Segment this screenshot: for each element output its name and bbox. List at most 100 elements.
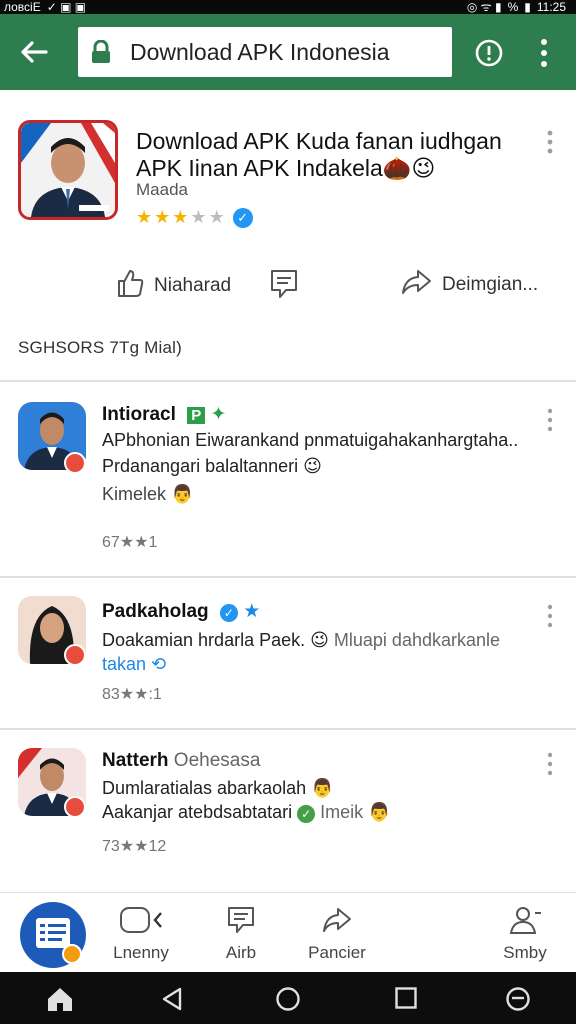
star-icon: ★	[136, 207, 153, 227]
post-text-line-2-text: Aakanjar atebdsabtatari	[102, 802, 293, 822]
post-meta: 67★★1	[102, 534, 158, 551]
status-left: ловсіЕ ✓ ▣ ▣	[4, 0, 86, 14]
comment-button[interactable]	[270, 268, 298, 306]
feed-post[interactable]: Natterh Oehesasa Dumlaratialas abarkaola…	[0, 728, 576, 880]
status-bar: ловсіЕ ✓ ▣ ▣ ◎ ᯤ ▮ % ▮ 11:25	[0, 0, 576, 14]
avatar-badge-icon	[64, 644, 86, 666]
post-text-line-2: Aakanjar atebdsabtatari ✓ Imeik 👨	[102, 802, 391, 823]
recents-square-icon[interactable]	[394, 986, 420, 1012]
verified-check-icon: ✓	[232, 207, 253, 228]
star-empty-icon: ★	[190, 207, 207, 227]
post-author[interactable]: Intioracl P ✦	[102, 403, 226, 426]
battery-icon: ▮	[524, 0, 531, 14]
star-badge-icon: ✦	[210, 404, 227, 425]
post-meta: 83★★:1	[102, 686, 162, 703]
app-icon[interactable]	[18, 120, 118, 220]
status-right: ◎ ᯤ ▮ % ▮ 11:25	[467, 0, 566, 14]
like-label: Niaharad	[154, 275, 232, 296]
post-text-line-2-rest: Imeik	[320, 802, 364, 822]
title-emoji: 🌰😉	[382, 155, 436, 181]
post-emoji: 😉	[310, 630, 329, 650]
post-text-line-1: Doakamian hrdarla Paek. 😉 Mluapi dahdkar…	[102, 630, 500, 651]
home-icon[interactable]	[46, 986, 72, 1012]
post-emoji: 👨	[171, 484, 194, 504]
share-button[interactable]: Deimgian...	[400, 268, 538, 302]
post-emoji: 😉	[303, 456, 322, 476]
feed-post[interactable]: Intioracl P ✦ APbhonian Eiwarankand pnma…	[0, 380, 576, 576]
post-meta: 73★★12	[102, 838, 167, 855]
profile-icon	[509, 907, 541, 934]
message-icon	[228, 907, 254, 933]
star-empty-icon: ★	[208, 207, 225, 227]
post-overflow-icon[interactable]	[546, 752, 554, 776]
nav-item-1[interactable]: Lnenny	[96, 905, 186, 963]
share-label: Deimgian...	[442, 274, 539, 295]
green-check-icon: ✓	[297, 805, 316, 823]
like-button[interactable]: Niaharad	[116, 268, 231, 304]
post-overflow-icon[interactable]	[546, 604, 554, 628]
url-bar[interactable]: Download APK Indonesia	[78, 27, 452, 77]
star-icon: ★	[154, 207, 171, 227]
system-nav-bar	[0, 972, 576, 1024]
share-icon	[400, 268, 432, 302]
clock: 11:25	[536, 0, 566, 14]
post-text-line-2-text: Prdanangari balaltanneri	[102, 456, 299, 476]
bottom-nav: Lnenny Airb Pancier Smby	[0, 892, 576, 972]
thumbs-up-icon	[116, 268, 144, 304]
post-author[interactable]: Natterh Oehesasa	[102, 750, 260, 772]
back-triangle-icon[interactable]	[160, 986, 186, 1012]
share-icon	[323, 908, 351, 932]
post-author-badge: P	[187, 407, 206, 424]
post-text-line-1-text: Doakamian hrdarla Paek.	[102, 630, 306, 650]
nav-item-label: Pancier	[308, 943, 366, 962]
post-text-line-3: Kimelek 👨	[102, 484, 193, 505]
app-title-line-2-text: APK Iinan APK Indakela	[136, 155, 383, 181]
post-author-name: Intioracl	[102, 404, 176, 425]
avatar-badge-icon	[64, 452, 86, 474]
avatar-badge-icon	[64, 796, 86, 818]
post-link[interactable]: takan ⟲	[102, 654, 166, 675]
nav-item-3[interactable]: Pancier	[292, 905, 382, 963]
status-left-text: ловсіЕ	[4, 0, 41, 14]
app-bar: Download APK Indonesia	[0, 14, 576, 90]
overflow-menu-icon[interactable]	[534, 36, 554, 70]
home-circle-icon[interactable]	[275, 986, 301, 1012]
star-badge-icon: ★	[243, 601, 261, 622]
info-icon[interactable]	[474, 38, 504, 68]
post-author-extra: Oehesasa	[173, 750, 261, 771]
nav-item-label: Smby	[503, 943, 547, 962]
wifi-icon: ◎ ᯤ ▮	[466, 0, 502, 14]
post-text-line-3-text: Kimelek	[102, 484, 167, 504]
post-link-text: takan	[102, 654, 147, 674]
assistant-icon[interactable]	[505, 986, 531, 1012]
post-emoji: 👨	[311, 778, 334, 798]
app-developer: Maada	[136, 180, 188, 199]
app-title-line-1: Download APK Kuda fanan iudhgan	[136, 128, 502, 154]
post-text-line-2: Prdanangari balaltanneri 😉	[102, 456, 322, 477]
post-author[interactable]: Padkaholag ✓ ★	[102, 600, 260, 623]
battery-text: %	[507, 0, 519, 14]
app-rating: ★ ★ ★ ★ ★ ✓	[136, 207, 253, 228]
feed-post[interactable]: Padkaholag ✓ ★ Doakamian hrdarla Paek. 😉…	[0, 576, 576, 728]
app-overflow-icon[interactable]	[546, 130, 554, 154]
home-fab-button[interactable]	[20, 902, 86, 968]
action-row: Niaharad Deimgian...	[0, 268, 576, 308]
chat-icon	[120, 907, 162, 933]
section-label: SGHSORS 7Tg Mial)	[18, 338, 182, 357]
back-arrow-icon[interactable]	[16, 34, 52, 70]
post-text-line-1-text: Dumlaratialas abarkaolah	[102, 778, 307, 798]
star-icon: ★	[172, 207, 189, 227]
post-text-line-1: Dumlaratialas abarkaolah 👨	[102, 778, 334, 799]
nav-item-2[interactable]: Airb	[196, 905, 286, 963]
comment-icon	[270, 268, 298, 306]
lock-icon	[90, 39, 112, 64]
post-text-line-1: APbhonian Eiwarankand pnmatuigahakanharg…	[102, 430, 519, 450]
url-text: Download APK Indonesia	[130, 38, 390, 65]
post-author-name: Natterh	[102, 750, 169, 771]
nav-item-4[interactable]: Smby	[480, 905, 570, 963]
post-emoji: 👨	[368, 802, 391, 822]
post-author-name: Padkaholag	[102, 601, 209, 622]
post-overflow-icon[interactable]	[546, 408, 554, 432]
verified-check-icon: ✓	[219, 604, 238, 622]
notification-icon: ✓ ▣ ▣	[46, 0, 87, 14]
